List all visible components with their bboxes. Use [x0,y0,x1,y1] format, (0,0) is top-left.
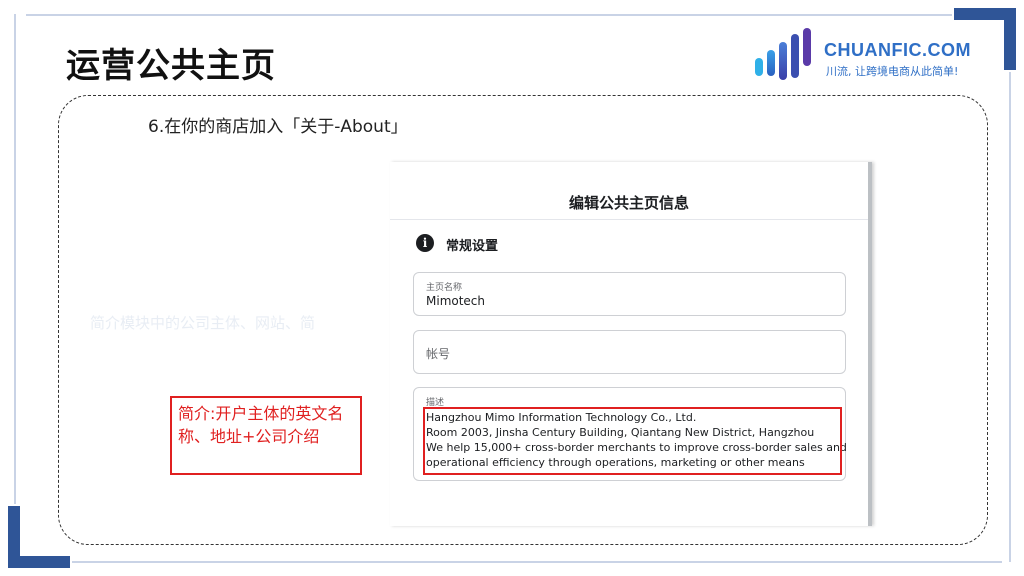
annotation-text: 简介:开户主体的英文名称、地址+公司介绍 [178,404,344,446]
info-icon: i [416,234,434,252]
account-field[interactable]: 帐号 [413,330,846,374]
page-title: 运营公共主页 [66,46,276,86]
frame-right-line [1009,72,1011,562]
section-title-general: 常规设置 [446,239,499,254]
page-name-label: 主页名称 [426,283,463,293]
page-name-field[interactable]: 主页名称 Mimotech [413,272,846,316]
bar-chart-logo-icon [755,28,811,80]
annotation-callout: 简介:开户主体的英文名称、地址+公司介绍 [170,396,362,475]
frame-left-line [14,14,16,504]
corner-bottom-left-vertical [8,506,20,568]
frame-bottom-line [72,561,1002,563]
slide: 运营公共主页 CHUANFIC.COM 川流, 让跨境电商从此简单! 6.在你的… [0,0,1024,576]
brand-logo: CHUANFIC.COM 川流, 让跨境电商从此简单! [752,28,982,84]
panel-header: 编辑公共主页信息 [390,162,872,220]
brand-tagline: 川流, 让跨境电商从此简单! [826,65,959,78]
description-highlight-box [423,407,842,475]
page-name-value: Mimotech [426,294,486,308]
panel-title: 编辑公共主页信息 [568,194,689,212]
corner-top-right-vertical [1004,8,1016,70]
step-instruction: 6.在你的商店加入「关于-About」 [148,117,408,137]
frame-top-line [26,14,952,16]
brand-name: CHUANFIC.COM [824,40,971,60]
account-placeholder: 帐号 [426,347,451,361]
background-watermark-text: 简介模块中的公司主体、网站、简 [90,314,316,332]
panel-scrollbar[interactable] [868,162,872,526]
